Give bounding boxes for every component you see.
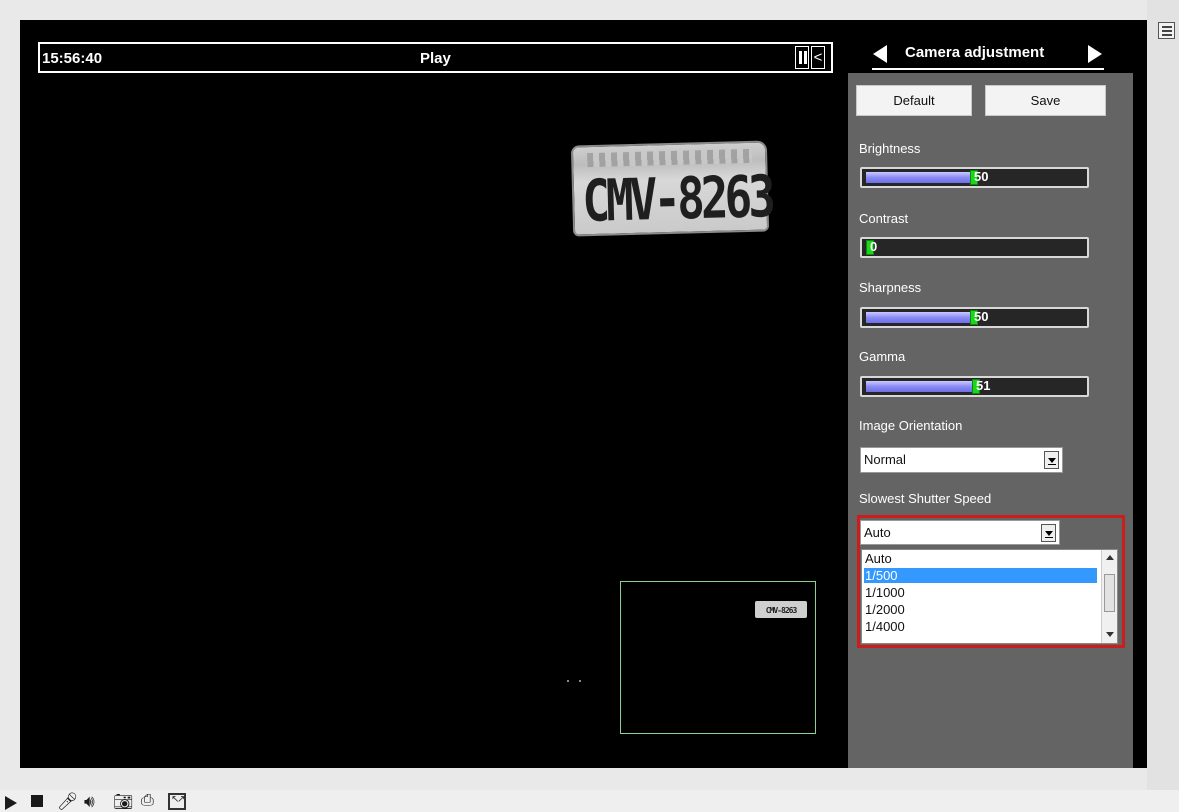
timestamp: 15:56:40 [42, 50, 103, 67]
panel-title: Camera adjustment [905, 44, 1045, 61]
scroll-thumb[interactable] [1104, 574, 1115, 612]
next-page-icon[interactable] [1088, 45, 1102, 63]
gamma-label: Gamma [859, 349, 906, 364]
prev-page-icon[interactable] [873, 45, 887, 63]
chevron-down-icon[interactable] [1044, 451, 1059, 469]
sharpness-fill [866, 312, 970, 323]
sharpness-label: Sharpness [859, 280, 922, 295]
stop-icon[interactable] [31, 795, 43, 807]
dropdown-scrollbar[interactable] [1101, 550, 1117, 643]
contrast-value: 0 [870, 239, 878, 254]
plate-number: CMV-8263 [581, 162, 773, 235]
shutter-option[interactable]: Auto [864, 551, 1097, 566]
sharpness-value: 50 [974, 309, 989, 324]
microphone-icon[interactable]: 🎤︎ [57, 792, 79, 811]
default-button[interactable]: Default [856, 85, 972, 116]
chevron-down-icon[interactable] [1041, 524, 1056, 542]
gamma-fill [866, 381, 972, 392]
shutter-speed-select[interactable]: Auto [860, 520, 1060, 545]
thumbnail-plate: CMV-8263 [755, 601, 807, 618]
menu-list-icon[interactable] [1158, 22, 1175, 39]
orientation-label: Image Orientation [859, 418, 963, 433]
gamma-value: 51 [976, 378, 991, 393]
orientation-select[interactable]: Normal [860, 447, 1063, 473]
speaker-icon[interactable]: 🔊︎ [84, 792, 106, 811]
brightness-fill [866, 172, 970, 183]
save-button[interactable]: Save [985, 85, 1106, 116]
brightness-slider[interactable]: 50 [860, 167, 1089, 188]
shutter-speed-dropdown: Auto 1/500 1/1000 1/2000 1/4000 [861, 549, 1118, 644]
sharpness-slider[interactable]: 50 [860, 307, 1089, 328]
play-icon[interactable] [5, 796, 17, 810]
shutter-speed-label: Slowest Shutter Speed [859, 491, 992, 506]
playback-status: Play [420, 50, 451, 67]
scroll-up-icon[interactable] [1106, 555, 1114, 560]
noise-dots [567, 680, 587, 684]
license-plate-image: CMV-8263 [570, 140, 773, 237]
brightness-value: 50 [974, 169, 989, 184]
pause-button[interactable] [795, 46, 809, 69]
panel-header: Camera adjustment [848, 34, 1133, 73]
scroll-down-icon[interactable] [1106, 632, 1114, 637]
orientation-value: Normal [864, 452, 906, 467]
snapshot-icon[interactable]: 📷︎ [113, 792, 135, 811]
brightness-label: Brightness [859, 141, 921, 156]
shutter-speed-value: Auto [864, 525, 891, 540]
preview-thumbnail[interactable]: CMV-8263 [620, 581, 816, 734]
collapse-panel-button[interactable]: < [811, 46, 825, 69]
shutter-option[interactable]: 1/4000 [864, 619, 1097, 634]
contrast-label: Contrast [859, 211, 909, 226]
shutter-option[interactable]: 1/2000 [864, 602, 1097, 617]
video-status-bar: 15:56:40 Play < [38, 42, 833, 73]
gamma-slider[interactable]: 51 [860, 376, 1089, 397]
right-gutter [1147, 0, 1179, 790]
contrast-slider[interactable]: 0 [860, 237, 1089, 258]
title-underline [872, 68, 1104, 70]
record-icon[interactable]: ⎙ [141, 792, 163, 810]
fullscreen-icon[interactable]: ↖ ↗ [168, 793, 186, 810]
shutter-option[interactable]: 1/1000 [864, 585, 1097, 600]
shutter-option[interactable]: 1/500 [864, 568, 1097, 583]
